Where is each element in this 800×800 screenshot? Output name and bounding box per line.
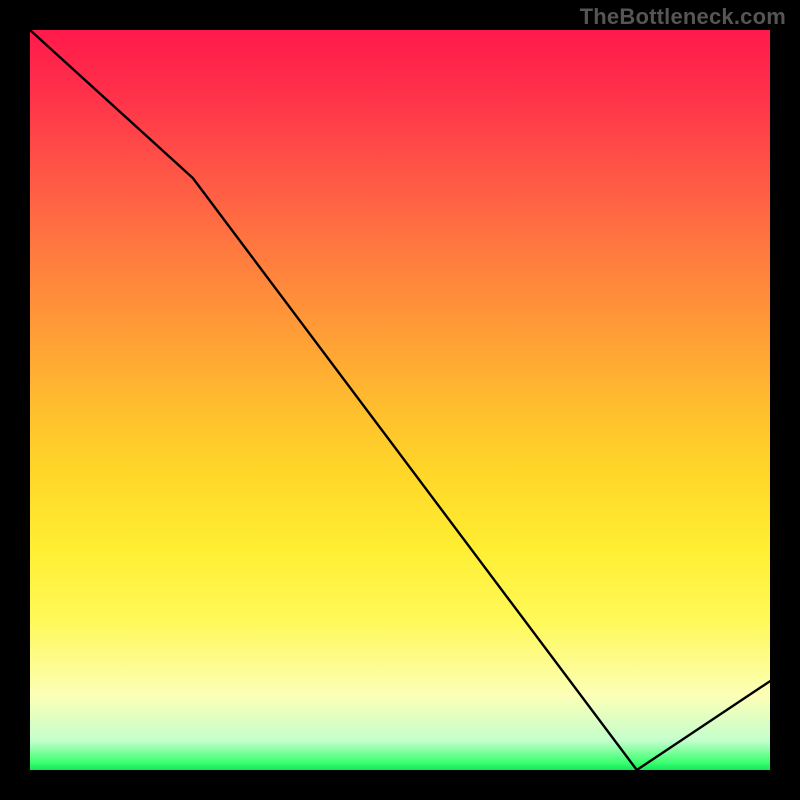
plot-area [30,30,770,770]
chart-canvas: TheBottleneck.com [0,0,800,800]
series-line [30,30,770,770]
watermark-text: TheBottleneck.com [580,4,786,30]
chart-line-svg [30,30,770,770]
